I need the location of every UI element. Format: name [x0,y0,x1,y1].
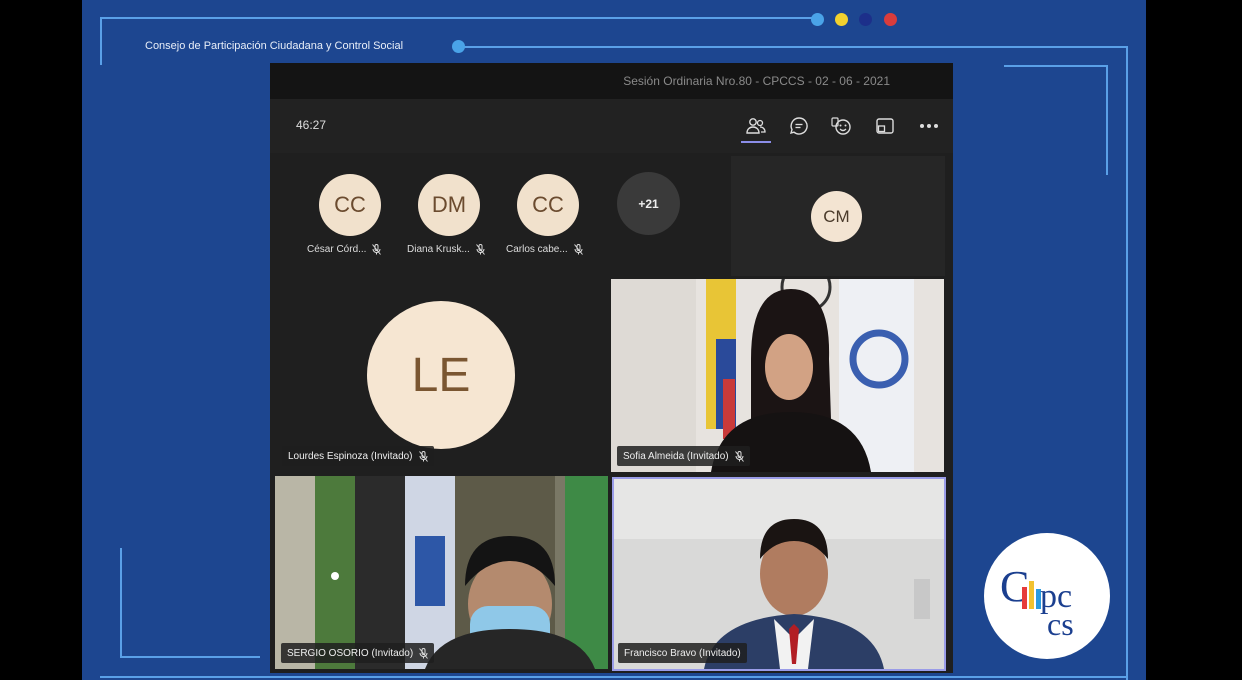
mic-muted-icon [372,244,382,255]
participant-name-text: Carlos cabe... [506,244,568,255]
participant-label: Francisco Bravo (Invitado) [618,643,747,663]
mic-muted-icon [475,244,485,255]
frame-line-right [1126,46,1128,680]
meeting-window-title: Sesión Ordinaria Nro.80 - CPCCS - 02 - 0… [270,63,953,99]
participant-tile-sergio[interactable]: SERGIO OSORIO (Invitado) [275,476,608,669]
participant-label: Sofia Almeida (Invitado) [617,446,750,466]
svg-text:cs: cs [1047,606,1074,641]
more-participants-button[interactable]: +21 [617,172,680,235]
frame-line-bottom-left-h [120,656,260,658]
participant-tile-francisco[interactable]: Francisco Bravo (Invitado) [612,477,946,671]
meeting-toolbar: 46:27 [270,99,953,153]
participant-strip: CC César Córd... DM Diana Krusk... CC Ca… [270,153,730,278]
cpccs-logo-mark: C pc cs [1000,562,1074,641]
participant-name: Diana Krusk... [407,244,499,255]
mic-muted-icon [418,450,428,462]
teams-meeting-window: Sesión Ordinaria Nro.80 - CPCCS - 02 - 0… [270,63,953,673]
participant-name: Carlos cabe... [506,244,598,255]
organization-title: Consejo de Participación Ciudadana y Con… [145,40,404,52]
frame-line-inner-top [1004,65,1108,67]
participant-tile-sofia[interactable]: Sofia Almeida (Invitado) [611,279,944,472]
mic-muted-icon [573,244,583,255]
color-dot-3 [859,13,872,26]
frame-line-bottom-left-v [120,548,122,658]
participant-name: César Córd... [307,244,399,255]
mic-muted-icon [734,450,744,462]
people-icon[interactable] [742,113,770,139]
participant-avatar: CM [811,191,862,242]
participant-name-text: Francisco Bravo (Invitado) [624,647,741,659]
participant-avatar-large: LE [367,301,515,449]
video-feed [275,476,608,669]
frame-line-inner-right [1106,65,1108,175]
frame-line-second [458,46,1128,48]
participant-avatar[interactable]: CC [319,174,381,236]
cpccs-logo: C pc cs [984,533,1110,659]
video-feed [614,479,944,669]
share-tray-icon[interactable] [871,113,899,139]
participant-tile-lourdes[interactable]: LE Lourdes Espinoza (Invitado) [270,278,610,472]
participant-label: SERGIO OSORIO (Invitado) [281,643,435,663]
color-dot-4 [884,13,897,26]
participant-name-text: César Córd... [307,244,367,255]
video-feed [611,279,944,472]
more-options-icon[interactable] [915,113,943,139]
participant-tile-cm[interactable]: CM [731,156,945,276]
people-active-indicator [741,141,771,143]
participant-label: Lourdes Espinoza (Invitado) [282,446,434,466]
reactions-icon[interactable] [828,113,856,139]
participant-avatar[interactable]: DM [418,174,480,236]
participant-name-text: SERGIO OSORIO (Invitado) [287,647,414,659]
chat-icon[interactable] [785,113,813,139]
color-dot-2 [835,13,848,26]
frame-node-dot [452,40,465,53]
frame-line-top [100,17,820,19]
mic-muted-icon [419,647,429,659]
meeting-timer: 46:27 [296,118,327,132]
participant-name-text: Lourdes Espinoza (Invitado) [288,450,413,462]
frame-line-bottom [100,676,1128,678]
color-dot-1 [811,13,824,26]
frame-line-left [100,17,102,65]
participant-name-text: Diana Krusk... [407,244,470,255]
participant-name-text: Sofia Almeida (Invitado) [623,450,729,462]
participant-avatar[interactable]: CC [517,174,579,236]
